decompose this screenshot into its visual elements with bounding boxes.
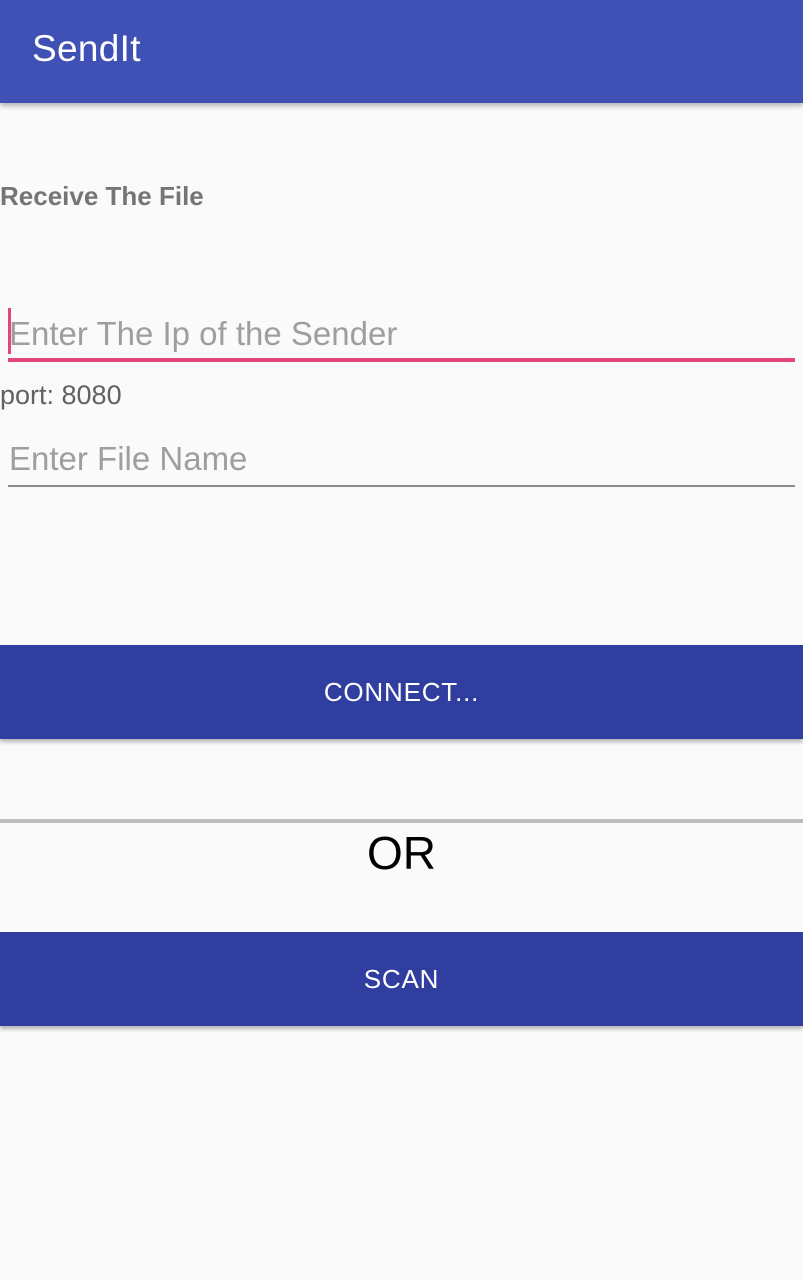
sender-ip-input[interactable] [8,306,795,362]
file-name-underline [8,485,795,487]
connect-button[interactable]: CONNECT... [0,645,803,739]
text-cursor [8,308,11,354]
sender-ip-underline [8,358,795,362]
port-label: port: 8080 [0,380,122,410]
or-label: OR [367,827,436,879]
section-heading: Receive The File [0,181,204,211]
file-name-field[interactable] [8,431,795,487]
sender-ip-field[interactable] [8,306,795,362]
app-title: SendIt [32,28,141,69]
divider [0,819,803,823]
scan-button[interactable]: SCAN [0,932,803,1026]
file-name-input[interactable] [8,431,795,487]
app-screen: SendIt Receive The File port: 8080 CONNE… [0,0,803,1280]
app-bar: SendIt [0,0,803,103]
